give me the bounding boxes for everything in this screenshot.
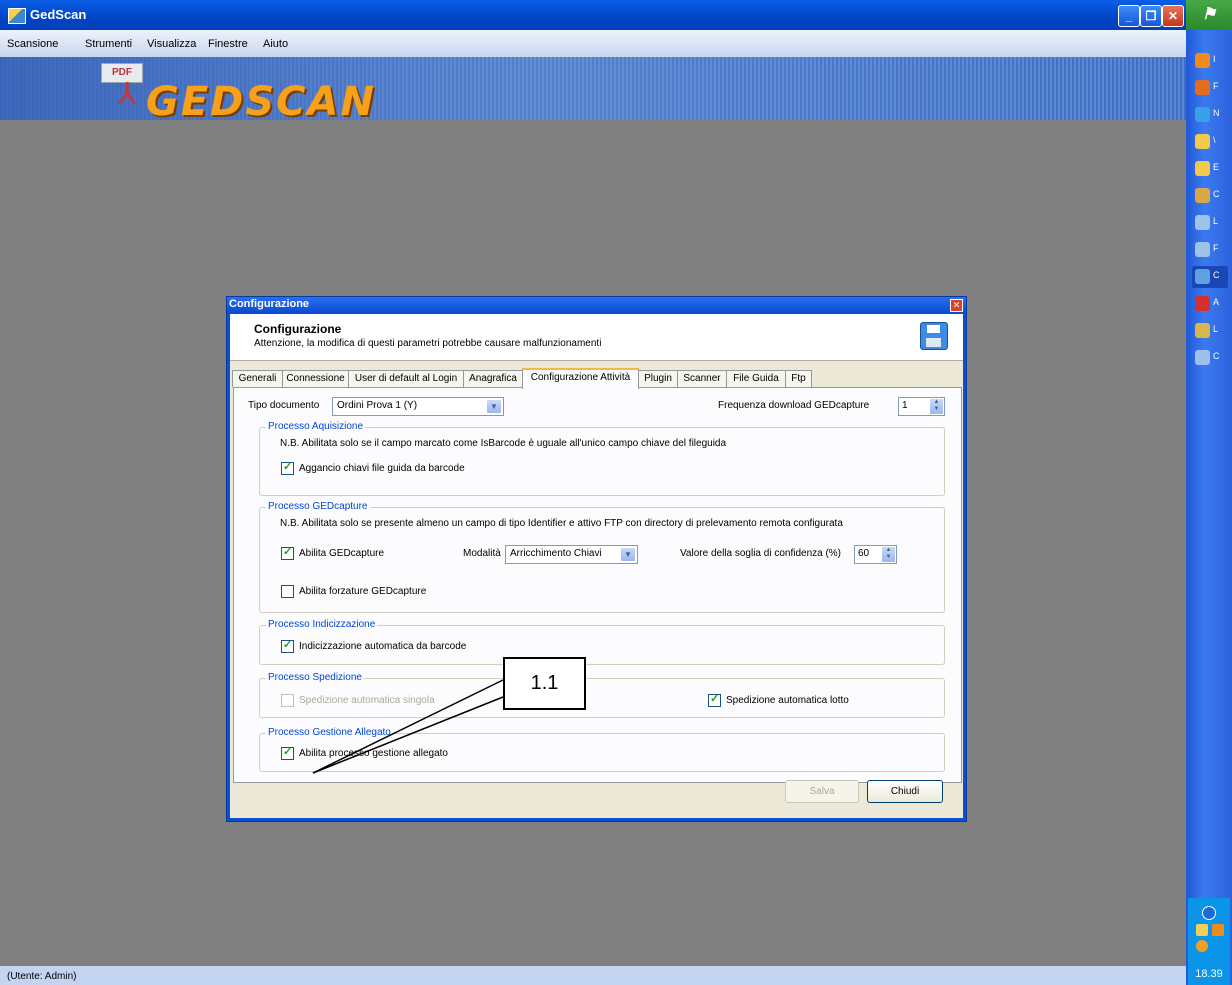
annotation-arrow: [312, 679, 504, 774]
annotation-callout: 1.1: [503, 657, 586, 710]
